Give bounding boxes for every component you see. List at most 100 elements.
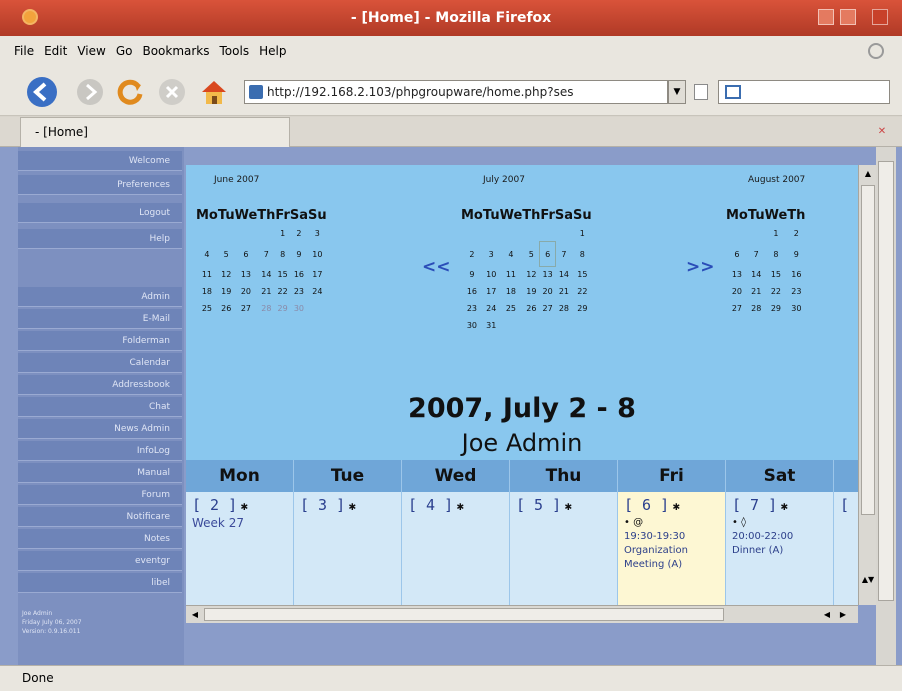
mini-calendar-day[interactable]: 14 [748,266,765,283]
mini-calendar-day[interactable]: 16 [461,283,483,300]
sidebar-item-calendar[interactable]: Calendar [18,353,182,373]
mini-calendar-day[interactable]: 12 [522,266,540,283]
mini-calendar-day[interactable]: 2 [787,225,805,242]
mini-calendar-day[interactable]: 10 [308,242,327,266]
sidebar-item-welcome[interactable]: Welcome [18,151,182,171]
mini-calendar-day[interactable]: 9 [787,242,805,266]
search-input[interactable] [718,80,890,104]
reload-icon[interactable] [114,76,146,108]
menu-bookmarks[interactable]: Bookmarks [142,44,209,58]
menu-help[interactable]: Help [259,44,286,58]
tab-home[interactable]: - [Home] [20,117,290,147]
sidebar-item-preferences[interactable]: Preferences [18,175,182,195]
mini-calendar-day[interactable]: 6 [235,242,258,266]
mini-calendar-day[interactable]: 27 [726,300,748,317]
mini-calendar-day[interactable]: 31 [483,317,500,334]
mini-calendar-day[interactable]: 21 [555,283,573,300]
sidebar-item-notes[interactable]: Notes [18,529,182,549]
mini-calendar-day[interactable]: 19 [522,283,540,300]
mini-calendar-day[interactable]: 8 [275,242,289,266]
mini-calendar-day[interactable]: 9 [461,266,483,283]
mini-calendar-day[interactable]: 11 [196,266,218,283]
event-time[interactable]: 20:00-22:00 [732,530,827,544]
sidebar-item-eventgr[interactable]: eventgr [18,551,182,571]
mini-calendar-day[interactable]: 29 [573,300,592,317]
mini-calendar-day[interactable]: 29 [765,300,788,317]
minimize-button[interactable] [818,9,834,25]
mini-calendar-day[interactable]: 20 [235,283,258,300]
sidebar-item-addressbook[interactable]: Addressbook [18,375,182,395]
new-entry-icon[interactable]: ✱ [673,499,680,513]
mini-calendar-day[interactable]: 16 [787,266,805,283]
mini-calendar-day[interactable]: 17 [308,266,327,283]
day-number[interactable]: [ 3 ] [300,496,345,514]
mini-calendar-day[interactable]: 30 [290,300,308,317]
mini-calendar-day[interactable]: 13 [235,266,258,283]
event-time[interactable]: 19:30-19:30 [624,530,719,544]
mini-calendar-day[interactable]: 29 [275,300,289,317]
url-dropdown-button[interactable]: ▼ [668,80,686,104]
mini-calendar-day[interactable]: 13 [540,266,554,283]
mini-calendar-day[interactable]: 22 [765,283,788,300]
new-entry-icon[interactable]: ✱ [241,499,248,513]
scroll-down-arrow-icon[interactable]: ▲▼ [861,573,875,587]
mini-calendar-day[interactable]: 27 [235,300,258,317]
mini-calendar-day[interactable]: 12 [218,266,235,283]
sidebar-item-chat[interactable]: Chat [18,397,182,417]
mini-calendar-day[interactable]: 6 [539,241,556,267]
mini-calendar-day[interactable]: 25 [196,300,218,317]
sidebar-item-folderman[interactable]: Folderman [18,331,182,351]
mini-calendar-day[interactable]: 18 [500,283,523,300]
sidebar-item-help[interactable]: Help [18,229,182,249]
menu-view[interactable]: View [77,44,105,58]
forward-icon[interactable] [74,76,106,108]
sidebar-item-email[interactable]: E-Mail [18,309,182,329]
mini-calendar-day[interactable]: 22 [275,283,289,300]
sidebar-item-manual[interactable]: Manual [18,463,182,483]
mini-calendar-title[interactable]: July 2007 [483,175,525,185]
mini-calendar-day[interactable]: 24 [308,283,327,300]
event-title[interactable]: Organization Meeting (A) [624,544,719,572]
mini-calendar-day[interactable]: 30 [461,317,483,334]
mini-calendar-day[interactable]: 7 [748,242,765,266]
scroll-left-arrow-icon[interactable]: ◀ [188,608,202,621]
mini-calendar-day[interactable]: 8 [573,242,592,266]
mini-calendar-day[interactable]: 9 [290,242,308,266]
close-tab-icon[interactable]: ✕ [874,126,890,138]
mini-calendar-day[interactable]: 11 [500,266,523,283]
prev-month-button[interactable]: << [422,257,451,277]
back-icon[interactable] [26,76,58,108]
mini-calendar-day[interactable]: 13 [726,266,748,283]
next-month-button[interactable]: >> [686,257,715,277]
scroll-up-arrow-icon[interactable]: ▲ [861,167,875,181]
mini-calendar-day[interactable]: 1 [573,225,592,242]
mini-calendar-day[interactable]: 20 [540,283,554,300]
day-cell-wed[interactable]: [ 4 ] ✱ [402,492,510,605]
mini-calendar-day[interactable]: 28 [257,300,275,317]
mini-calendar-day[interactable]: 26 [218,300,235,317]
mini-calendar-day[interactable]: 14 [257,266,275,283]
mini-calendar-day[interactable]: 22 [573,283,592,300]
scroll-thumb[interactable] [878,161,894,601]
mini-calendar-day[interactable]: 10 [483,266,500,283]
inner-vertical-scrollbar[interactable]: ▲ ▲▼ [858,165,876,605]
mini-calendar-day[interactable]: 28 [748,300,765,317]
mini-calendar-title[interactable]: June 2007 [214,175,259,185]
mini-calendar-day[interactable]: 15 [275,266,289,283]
stop-icon[interactable] [156,76,188,108]
day-cell-fri[interactable]: [ 6 ] ✱ • @ 19:30-19:30 Organization Mee… [618,492,726,605]
week-number-link[interactable]: Week 27 [192,516,287,530]
mini-calendar-day[interactable]: 3 [308,225,327,242]
mini-calendar-day[interactable]: 18 [196,283,218,300]
menu-tools[interactable]: Tools [220,44,250,58]
mini-calendar-day[interactable]: 21 [257,283,275,300]
mini-calendar-day[interactable]: 30 [787,300,805,317]
mini-calendar-day[interactable]: 1 [765,225,788,242]
mini-calendar-day[interactable]: 23 [787,283,805,300]
mini-calendar-day[interactable]: 8 [765,242,788,266]
mini-calendar-day[interactable]: 5 [218,242,235,266]
mini-calendar-day[interactable]: 25 [500,300,523,317]
sidebar-item-logout[interactable]: Logout [18,203,182,223]
mini-calendar-day[interactable]: 20 [726,283,748,300]
menu-file[interactable]: File [14,44,34,58]
